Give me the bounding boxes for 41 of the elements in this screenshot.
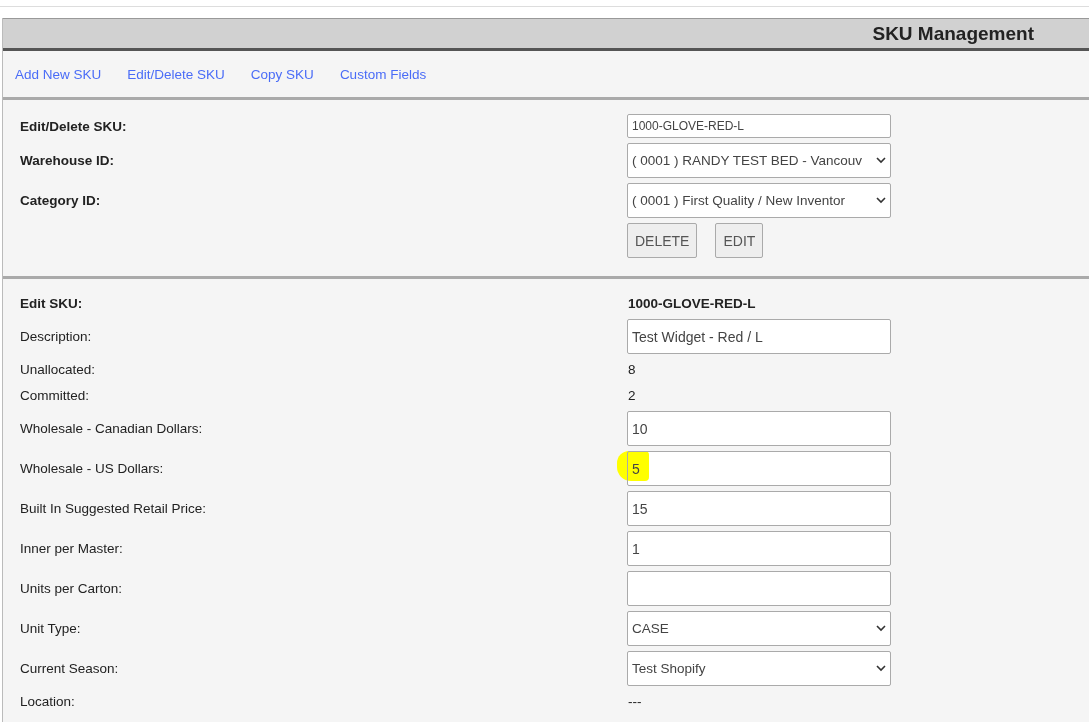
action-button[interactable]: EDIT: [715, 223, 764, 258]
nav-link[interactable]: Copy SKU: [250, 66, 314, 82]
text-field[interactable]: Test Widget - Red / L: [627, 319, 891, 354]
field-label: Location:: [20, 694, 76, 709]
field-label: Inner per Master:: [20, 541, 124, 556]
text-field[interactable]: 5: [627, 451, 891, 486]
chevron-down-icon: [876, 157, 886, 164]
field-label: Unit Type:: [20, 621, 82, 636]
text-field[interactable]: 1: [627, 531, 891, 566]
field-label: Description:: [20, 329, 93, 344]
text-field[interactable]: 10: [627, 411, 891, 446]
nav-link[interactable]: Add New SKU: [15, 66, 102, 82]
dropdown[interactable]: CASE: [627, 611, 891, 646]
field-label: Wholesale - US Dollars:: [20, 461, 165, 476]
field-label: Unallocated:: [20, 362, 97, 377]
nav-link[interactable]: Edit/Delete SKU: [127, 66, 225, 82]
text-field[interactable]: [627, 571, 891, 606]
field-label: Committed:: [20, 388, 91, 403]
chevron-down-icon: [876, 197, 886, 204]
field-label: Units per Carton:: [20, 581, 124, 596]
chevron-down-icon: [876, 625, 886, 632]
sku-code: 1000-GLOVE-RED-L: [627, 296, 757, 311]
field-label: Wholesale - Canadian Dollars:: [20, 421, 204, 436]
chevron-down-icon: [876, 665, 886, 672]
field-label: Built In Suggested Retail Price:: [20, 501, 208, 516]
nav-link[interactable]: Custom Fields: [339, 66, 427, 82]
dropdown[interactable]: ( 0001 ) First Quality / New Inventor: [627, 183, 891, 218]
field-value: ---: [627, 694, 643, 709]
field-label: Category ID:: [20, 193, 102, 208]
field-label: Current Season:: [20, 661, 120, 676]
field-label: Edit/Delete SKU:: [20, 118, 128, 134]
field-label: Edit SKU:: [20, 296, 84, 311]
field-value: 2: [627, 388, 637, 403]
text-field[interactable]: 15: [627, 491, 891, 526]
dropdown[interactable]: ( 0001 ) RANDY TEST BED - Vancouv: [627, 143, 891, 178]
field-label: Warehouse ID:: [20, 153, 115, 168]
dropdown[interactable]: Test Shopify: [627, 651, 891, 686]
field-value: 8: [627, 362, 637, 377]
page-title: SKU Management: [872, 22, 1034, 45]
text-field[interactable]: 1000-GLOVE-RED-L: [627, 114, 891, 138]
action-button[interactable]: DELETE: [627, 223, 698, 258]
